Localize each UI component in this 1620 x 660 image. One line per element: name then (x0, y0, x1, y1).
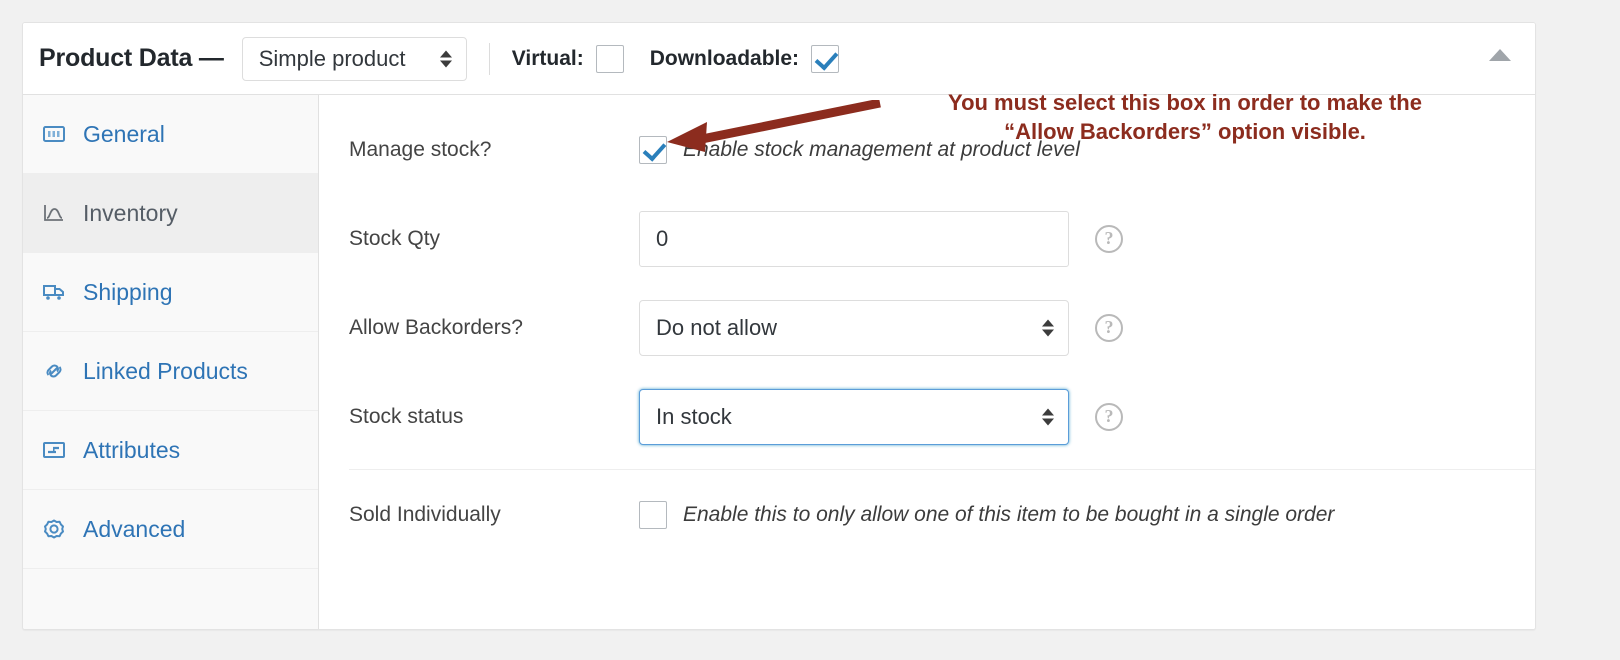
attributes-icon (41, 437, 67, 463)
stock-qty-value: 0 (656, 225, 669, 251)
chevron-updown-icon (1042, 319, 1054, 336)
shipping-truck-icon (41, 279, 67, 305)
inventory-fields: Manage stock? Enable stock management at… (319, 95, 1535, 629)
virtual-checkbox-group[interactable]: Virtual: (511, 44, 624, 73)
manage-stock-row: Manage stock? Enable stock management at… (319, 105, 1535, 194)
sold-individually-checkbox[interactable] (639, 500, 667, 529)
sidebar-item-label: Inventory (83, 199, 178, 226)
product-type-select[interactable]: Simple product (241, 36, 467, 81)
panel-header: Product Data — Simple product Virtual: D… (23, 23, 1535, 95)
sidebar-item-label: Shipping (83, 278, 173, 305)
panel-body: General Inventory Shipping Linked Produc… (23, 95, 1535, 629)
product-data-tabs: General Inventory Shipping Linked Produc… (23, 95, 319, 629)
question-mark-icon[interactable]: ? (1095, 402, 1123, 431)
downloadable-label: Downloadable: (649, 46, 800, 70)
chevron-updown-icon (1042, 408, 1054, 425)
sidebar-item-linked-products[interactable]: Linked Products (23, 332, 318, 411)
stock-qty-label: Stock Qty (349, 226, 441, 250)
sidebar-item-label: General (83, 120, 165, 147)
gear-icon (41, 516, 67, 542)
header-divider (488, 42, 490, 75)
sidebar-item-label: Attributes (83, 436, 181, 463)
sidebar-item-label: Linked Products (83, 357, 248, 384)
inventory-icon (41, 200, 67, 226)
sidebar-item-attributes[interactable]: Attributes (23, 411, 318, 490)
link-icon (41, 358, 67, 384)
general-icon (41, 121, 67, 147)
question-mark-icon[interactable]: ? (1095, 313, 1123, 342)
allow-backorders-row: Allow Backorders? Do not allow ? (319, 283, 1535, 372)
manage-stock-checkbox[interactable] (639, 135, 667, 164)
stock-status-value: In stock (656, 403, 732, 429)
product-data-panel: Product Data — Simple product Virtual: D… (22, 22, 1536, 630)
allow-backorders-value: Do not allow (656, 314, 778, 340)
manage-stock-label: Manage stock? (349, 137, 492, 161)
stock-status-row: Stock status In stock ? (319, 372, 1535, 461)
stock-qty-row: Stock Qty 0 ? (319, 194, 1535, 283)
sidebar-item-advanced[interactable]: Advanced (23, 490, 318, 569)
chevron-updown-icon (439, 50, 452, 67)
sold-individually-row: Sold Individually Enable this to only al… (319, 470, 1535, 559)
stock-status-select[interactable]: In stock (639, 388, 1069, 445)
sidebar-item-label: Advanced (83, 515, 186, 542)
downloadable-checkbox[interactable] (811, 44, 840, 73)
sold-individually-description: Enable this to only allow one of this it… (683, 502, 1335, 526)
sold-individually-label: Sold Individually (349, 502, 501, 526)
question-mark-icon[interactable]: ? (1095, 224, 1123, 253)
sidebar-item-general[interactable]: General (23, 95, 318, 174)
allow-backorders-label: Allow Backorders? (349, 315, 523, 339)
triangle-up-icon[interactable] (1489, 49, 1511, 61)
stock-status-label: Stock status (349, 404, 464, 428)
manage-stock-description: Enable stock management at product level (683, 137, 1080, 161)
allow-backorders-select[interactable]: Do not allow (639, 299, 1069, 356)
tabs-filler (23, 569, 318, 619)
downloadable-checkbox-group[interactable]: Downloadable: (649, 44, 840, 73)
stock-qty-input[interactable]: 0 (639, 210, 1069, 267)
virtual-label: Virtual: (511, 46, 584, 70)
sidebar-item-inventory[interactable]: Inventory (23, 174, 318, 253)
product-type-value: Simple product (258, 45, 406, 71)
sidebar-item-shipping[interactable]: Shipping (23, 253, 318, 332)
page-title: Product Data — (39, 44, 224, 72)
virtual-checkbox[interactable] (595, 44, 624, 73)
